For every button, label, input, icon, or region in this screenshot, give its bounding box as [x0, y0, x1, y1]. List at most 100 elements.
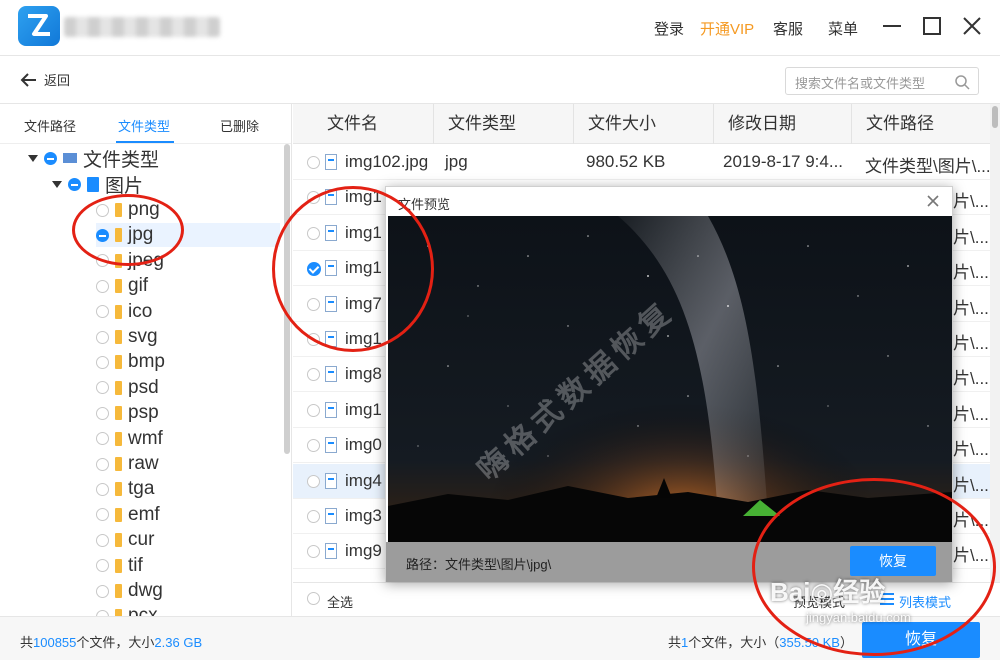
total-count: 100855 [33, 635, 77, 650]
menu-link[interactable]: 菜单 [828, 18, 858, 39]
select-radio[interactable] [96, 508, 109, 522]
select-radio[interactable] [96, 330, 109, 344]
tab-file-type[interactable]: 文件类型 [118, 116, 170, 135]
select-radio[interactable] [96, 457, 109, 471]
app-logo-icon [18, 6, 60, 46]
col-header-date[interactable]: 修改日期 [713, 104, 851, 144]
folder-icon [115, 533, 122, 548]
image-file-icon [325, 508, 337, 524]
tree-node-psd[interactable]: psd [96, 376, 159, 400]
baidu-watermark-url: jingyan.baidu.com [806, 610, 911, 625]
row-select-radio[interactable] [307, 439, 320, 453]
annotation-circle-jpg [72, 194, 184, 266]
cell-file-path: 文件类型\图片\... [865, 157, 990, 176]
tree-node-root[interactable]: 文件类型 [28, 146, 159, 171]
tree-node-psp[interactable]: psp [96, 401, 159, 425]
col-header-type[interactable]: 文件类型 [433, 104, 573, 144]
row-select-radio[interactable] [307, 368, 320, 382]
expand-triangle-icon[interactable] [52, 180, 62, 188]
cell-file-name: img4 [345, 470, 382, 490]
expand-triangle-icon[interactable] [28, 154, 38, 162]
select-radio[interactable] [96, 406, 109, 420]
scrollbar-thumb[interactable] [992, 106, 998, 128]
row-select-radio[interactable] [307, 474, 320, 488]
select-radio[interactable] [96, 584, 109, 598]
maximize-icon[interactable] [920, 14, 944, 38]
cell-file-name: img102.jpg [345, 152, 429, 171]
tree-node-cur[interactable]: cur [96, 528, 154, 552]
tab-deleted[interactable]: 已删除 [220, 116, 259, 135]
row-select-radio[interactable] [307, 156, 320, 169]
tree-node-gif[interactable]: gif [96, 274, 148, 298]
row-select-radio[interactable] [307, 545, 320, 559]
cell-file-name: img9 [345, 541, 382, 561]
select-radio[interactable] [96, 305, 109, 319]
cell-file-name: img3 [345, 506, 382, 525]
tree-node-pcx[interactable]: pcx [96, 604, 158, 616]
tree-node-emf[interactable]: emf [96, 503, 160, 527]
arrow-left-icon [20, 72, 36, 87]
tab-file-path[interactable]: 文件路径 [24, 116, 76, 135]
tree-node-wmf[interactable]: wmf [96, 427, 163, 451]
tree-node-svg[interactable]: svg [96, 325, 158, 349]
cell-file-path: 片\... [953, 369, 989, 389]
total-prefix: 共 [20, 635, 34, 650]
service-link[interactable]: 客服 [773, 18, 803, 39]
tree-label: bmp [128, 351, 165, 373]
left-panel: 文件路径 文件类型 已删除 文件类型 图片 png jpg jpeg gif ico sv… [0, 104, 292, 616]
row-select-radio[interactable] [307, 403, 320, 417]
select-radio[interactable] [96, 355, 109, 369]
back-button[interactable]: 返回 [20, 70, 70, 89]
dialog-close-icon[interactable] [924, 192, 942, 210]
row-select-radio[interactable] [307, 510, 320, 523]
partial-select-icon[interactable] [44, 151, 57, 165]
tree-node-tif[interactable]: tif [96, 554, 143, 578]
select-radio[interactable] [96, 533, 109, 547]
tree-label: pcx [128, 605, 158, 616]
select-radio[interactable] [96, 482, 109, 496]
path-value: 文件类型\图片\jpg\ [445, 557, 552, 572]
nav-row: 返回 搜索文件名或文件类型 [0, 56, 1000, 104]
partial-select-icon[interactable] [68, 177, 81, 191]
tree-node-dwg[interactable]: dwg [96, 579, 163, 603]
select-radio[interactable] [96, 279, 109, 293]
table-row[interactable]: img102.jpg jpg 980.52 KB 2019-8-17 9:4... 文件… [293, 145, 990, 180]
tree-node-ico[interactable]: ico [96, 300, 152, 324]
select-all-radio[interactable] [307, 592, 320, 605]
cell-file-path: 片\... [953, 440, 989, 460]
col-header-path[interactable]: 文件路径 [851, 104, 990, 144]
login-link[interactable]: 登录 [654, 18, 684, 39]
cell-file-path: 片\... [953, 227, 989, 247]
tree-label: tga [128, 478, 155, 500]
cell-file-path: 片\... [953, 404, 989, 424]
image-file-icon [325, 401, 337, 418]
col-header-name[interactable]: 文件名 [293, 104, 433, 144]
tree-label: cur [128, 529, 155, 551]
tree-label: dwg [128, 580, 163, 601]
baidu-watermark: Bai◎经验 [770, 577, 886, 607]
folder-icon [115, 507, 122, 522]
active-tab-indicator [116, 141, 174, 143]
select-radio[interactable] [96, 559, 109, 573]
tree-node-tga[interactable]: tga [96, 477, 154, 501]
select-all-label[interactable]: 全选 [327, 592, 353, 611]
search-icon[interactable] [954, 74, 970, 90]
tree-label: emf [128, 503, 160, 525]
select-radio[interactable] [96, 381, 109, 395]
table-scrollbar[interactable] [990, 104, 1000, 582]
cell-file-path: 片\... [953, 475, 989, 495]
folder-icon [115, 330, 122, 344]
minimize-icon[interactable] [880, 14, 904, 38]
cell-file-path: 片\... [953, 192, 989, 212]
tree-node-raw[interactable]: raw [96, 452, 159, 476]
vip-link[interactable]: 开通VIP [700, 18, 754, 39]
tree-node-images[interactable]: 图片 [52, 172, 143, 197]
select-radio[interactable] [96, 432, 109, 446]
tree-label: svg [128, 326, 158, 347]
close-icon[interactable] [960, 14, 984, 38]
back-label: 返回 [44, 73, 71, 88]
tree-node-bmp[interactable]: bmp [96, 350, 165, 374]
search-input[interactable]: 搜索文件名或文件类型 [785, 67, 979, 95]
col-header-size[interactable]: 文件大小 [573, 104, 713, 144]
cell-file-path: 片\... [953, 334, 989, 353]
